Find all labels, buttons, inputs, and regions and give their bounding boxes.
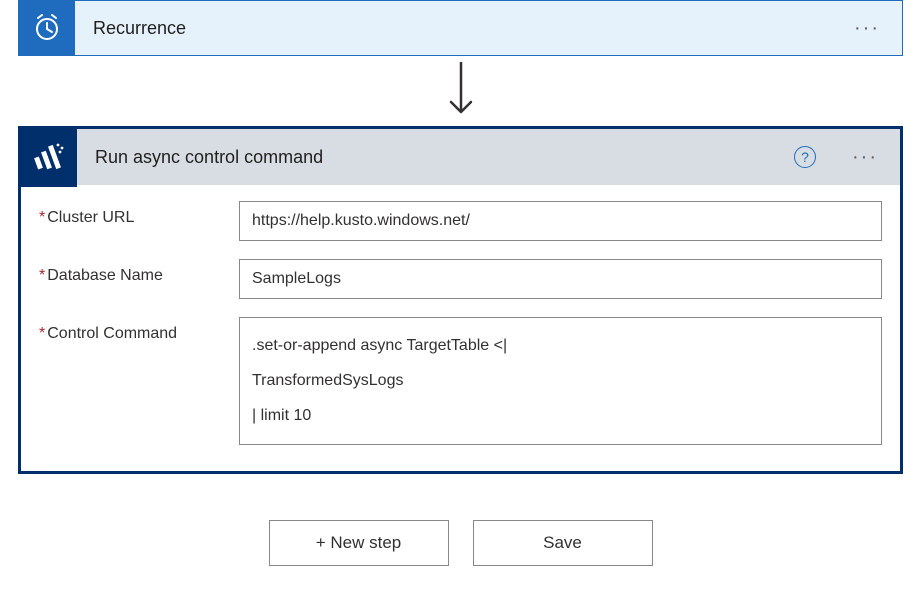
field-row-cluster-url: *Cluster URL [39,201,882,241]
logic-app-designer: Recurrence ··· Run async control command [0,0,921,576]
field-row-control-command: *Control Command .set-or-append async Ta… [39,317,882,445]
connector-arrow [0,56,921,126]
label-cluster-url-text: Cluster URL [47,209,134,226]
label-cluster-url: *Cluster URL [39,201,239,227]
input-control-command[interactable]: .set-or-append async TargetTable <| Tran… [239,317,882,445]
step-command-menu[interactable]: ··· [830,146,900,169]
label-control-command-text: Control Command [47,325,177,342]
kusto-icon [18,128,77,187]
new-step-button[interactable]: + New step [269,520,449,566]
step-recurrence-menu[interactable]: ··· [832,17,902,40]
input-cluster-url[interactable] [239,201,882,241]
field-row-database-name: *Database Name [39,259,882,299]
step-run-async-control-command: Run async control command ? ··· *Cluster… [18,126,903,474]
step-recurrence-title: Recurrence [75,18,832,39]
step-recurrence[interactable]: Recurrence ··· [18,0,903,56]
label-control-command: *Control Command [39,317,239,343]
label-database-name: *Database Name [39,259,239,285]
designer-footer-buttons: + New step Save [0,520,921,576]
step-command-form: *Cluster URL *Database Name *Control Com… [21,185,900,471]
save-button[interactable]: Save [473,520,653,566]
step-command-header[interactable]: Run async control command ? ··· [21,129,900,185]
label-database-name-text: Database Name [47,267,163,284]
help-icon[interactable]: ? [794,146,816,168]
clock-icon [19,0,75,56]
input-database-name[interactable] [239,259,882,299]
step-command-title: Run async control command [77,147,794,168]
